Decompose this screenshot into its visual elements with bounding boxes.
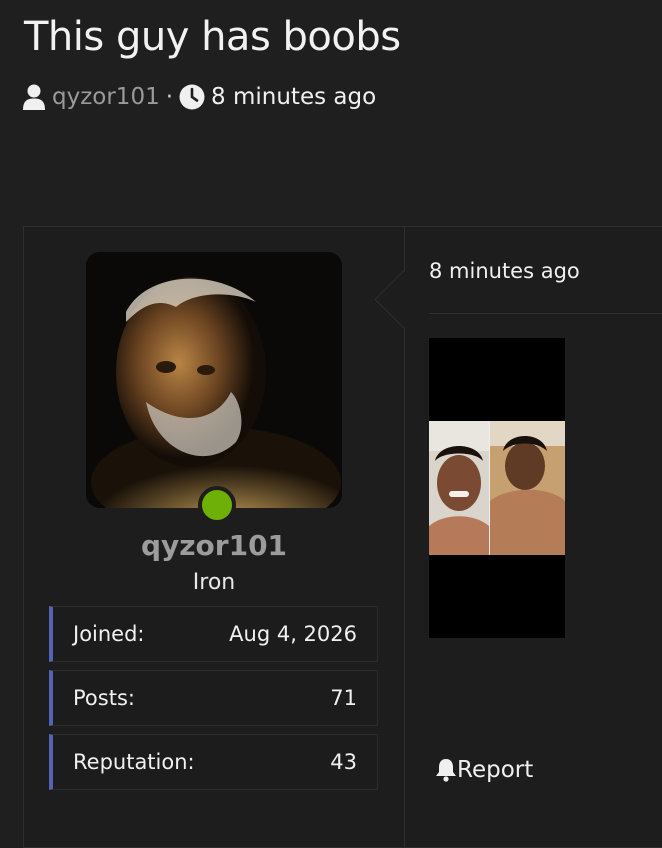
stat-label: Posts:: [73, 686, 135, 710]
stat-value: 43: [330, 750, 357, 774]
post-timestamp[interactable]: 8 minutes ago: [429, 259, 580, 283]
post-image[interactable]: [429, 338, 565, 638]
online-status-indicator: [198, 486, 236, 524]
thread-author-link[interactable]: qyzor101: [52, 84, 160, 110]
stat-label: Reputation:: [73, 750, 195, 774]
clock-icon: [179, 84, 205, 110]
post-author-sidebar: qyzor101 Iron Joined: Aug 4, 2026 Posts:…: [24, 227, 405, 847]
report-label: Report: [457, 757, 534, 783]
post-card: qyzor101 Iron Joined: Aug 4, 2026 Posts:…: [23, 226, 662, 848]
bell-icon: [435, 758, 457, 782]
avatar[interactable]: [86, 252, 342, 508]
stat-posts: Posts: 71: [49, 670, 378, 726]
post-content: 8 minutes ago Report: [374, 227, 662, 847]
post-header-divider: [429, 313, 662, 314]
report-button[interactable]: Report: [435, 757, 533, 783]
meta-separator: ·: [165, 84, 174, 110]
video-call-screenshot: [429, 421, 565, 555]
thread-posted-time: 8 minutes ago: [211, 84, 377, 110]
stat-value: 71: [330, 686, 357, 710]
user-icon: [22, 84, 46, 110]
post-author-username[interactable]: qyzor101: [24, 529, 404, 562]
stat-label: Joined:: [73, 622, 145, 646]
post-author-rank: Iron: [192, 570, 236, 595]
thread-title: This guy has boobs: [24, 14, 401, 60]
stat-value: Aug 4, 2026: [229, 622, 357, 646]
thread-meta: qyzor101 · 8 minutes ago: [22, 82, 376, 112]
stat-joined: Joined: Aug 4, 2026: [49, 606, 378, 662]
stat-reputation: Reputation: 43: [49, 734, 378, 790]
